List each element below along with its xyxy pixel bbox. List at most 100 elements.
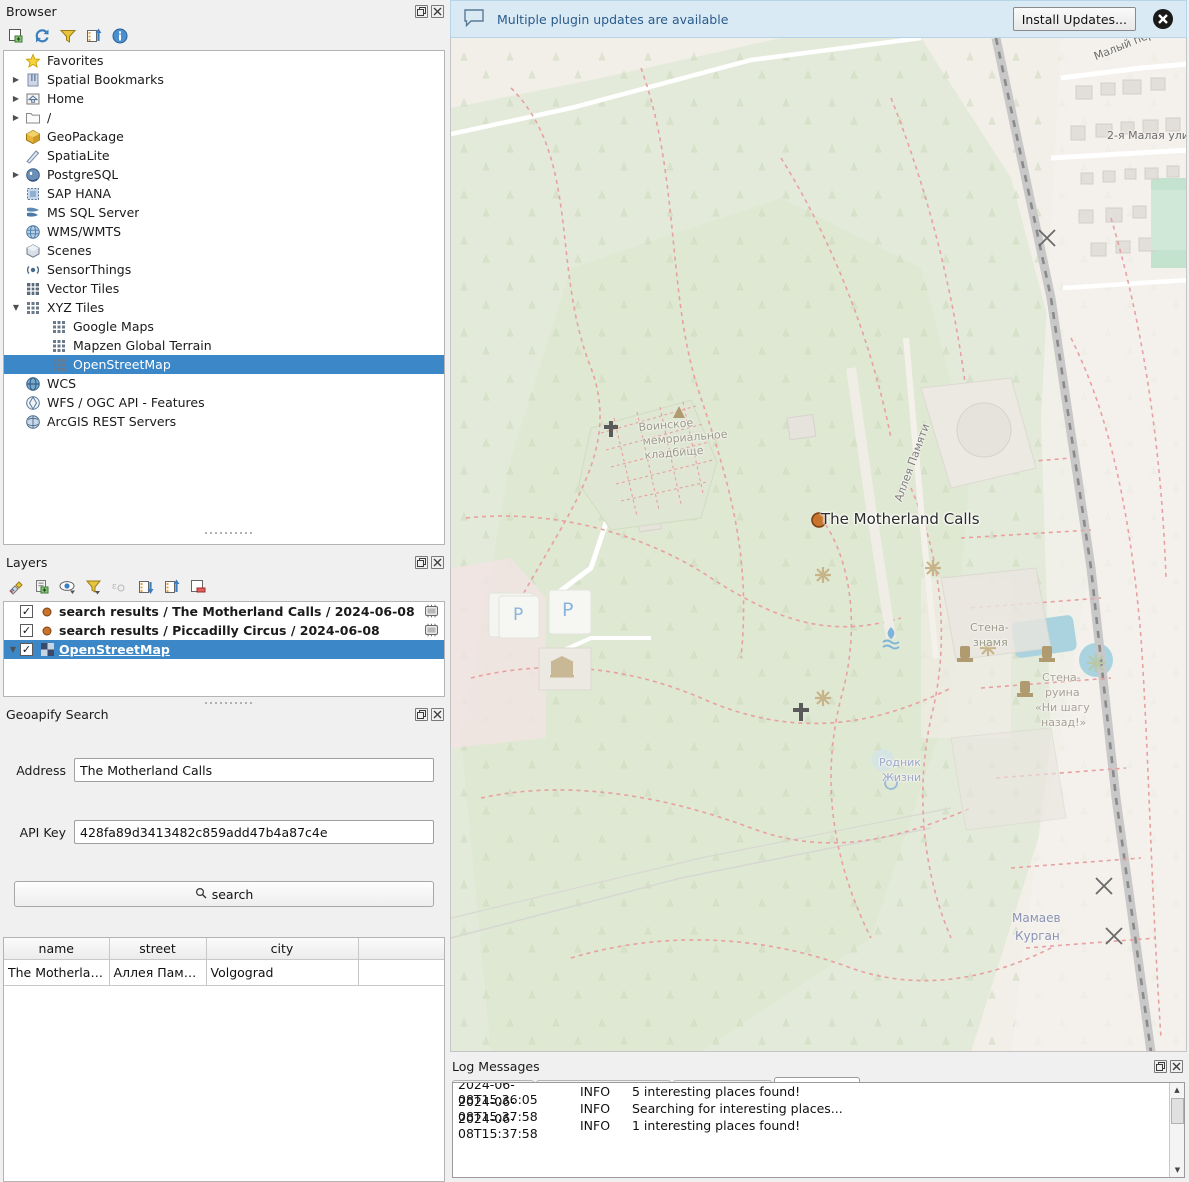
browser-item-scenes[interactable]: Scenes	[4, 241, 444, 260]
apikey-input[interactable]	[74, 820, 434, 844]
results-table[interactable]: namestreetcityThe Motherlan...Аллея Памя…	[3, 937, 445, 1182]
collapse-all-icon[interactable]	[82, 24, 106, 48]
browser-item-sensorthings[interactable]: SensorThings	[4, 260, 444, 279]
info-icon[interactable]	[108, 24, 132, 48]
vector-tiles-icon	[24, 281, 42, 297]
scroll-down-arrow[interactable]: ▼	[1170, 1163, 1185, 1177]
expand-all-icon[interactable]	[134, 575, 158, 599]
browser-item-label: OpenStreetMap	[73, 357, 171, 372]
browser-item-wms-wmts[interactable]: WMS/WMTS	[4, 222, 444, 241]
layer-visibility-checkbox[interactable]: ✓	[20, 624, 33, 637]
results-row[interactable]: The Motherlan...Аллея ПамятиVolgograd	[4, 959, 444, 985]
bookmark-icon	[24, 72, 42, 88]
browser-item-label: Home	[47, 91, 84, 106]
browser-item-home[interactable]: ▶ Home	[4, 89, 444, 108]
layer-visibility-checkbox[interactable]: ✓	[20, 605, 33, 618]
layers-panel-title: Layers	[6, 555, 415, 570]
log-scrollbar[interactable]: ▲ ▼	[1169, 1083, 1184, 1177]
browser-item-arcgis-rest-servers[interactable]: ArcGIS REST Servers	[4, 412, 444, 431]
browser-tree[interactable]: Favorites ▶ Spatial Bookmarks ▶ Home ▶/ GeoPac…	[3, 50, 445, 545]
arcgis-icon	[24, 414, 42, 430]
layers-panel-header: Layers	[0, 551, 448, 573]
twisty-icon[interactable]: ▶	[8, 95, 24, 103]
browser-item-geopackage[interactable]: GeoPackage	[4, 127, 444, 146]
log-float-button[interactable]	[1154, 1060, 1167, 1073]
browser-item-label: SAP HANA	[47, 186, 111, 201]
results-column-header[interactable]: name	[4, 938, 109, 959]
layers-float-button[interactable]	[415, 556, 428, 569]
layer-row[interactable]: ▼✓OpenStreetMap	[4, 640, 444, 659]
collapse-all-icon-layers[interactable]	[160, 575, 184, 599]
map-canvas[interactable]: P P	[450, 38, 1187, 1052]
layers-tree[interactable]: ✓search results / The Motherland Calls /…	[3, 601, 445, 697]
twisty-icon[interactable]: ▶	[8, 114, 24, 122]
results-cell[interactable]: Volgograd	[206, 959, 358, 985]
browser-item-wfs-ogc-api-features[interactable]: WFS / OGC API - Features	[4, 393, 444, 412]
search-button-label: search	[212, 887, 254, 902]
browser-item-mapzen-global-terrain[interactable]: Mapzen Global Terrain	[4, 336, 444, 355]
scrollbar-thumb[interactable]	[1171, 1098, 1184, 1124]
browser-item-spatialite[interactable]: SpatiaLite	[4, 146, 444, 165]
browser-item-label: Vector Tiles	[47, 281, 119, 296]
results-column-header[interactable]: street	[109, 938, 206, 959]
twisty-icon[interactable]: ▶	[8, 171, 24, 179]
add-layer-icon[interactable]	[4, 24, 28, 48]
search-button[interactable]: search	[14, 881, 434, 907]
browser-item-spatial-bookmarks[interactable]: ▶ Spatial Bookmarks	[4, 70, 444, 89]
browser-item-openstreetmap[interactable]: OpenStreetMap	[4, 355, 444, 374]
filter-icon[interactable]	[56, 24, 80, 48]
log-body[interactable]: 2024-06-08T15:36:05INFO5 interesting pla…	[452, 1082, 1185, 1178]
log-panel-header: Log Messages	[448, 1055, 1189, 1077]
twisty-icon[interactable]: ▶	[8, 76, 24, 84]
results-cell[interactable]: Аллея Памяти	[109, 959, 206, 985]
log-timestamp: 2024-06-08T15:37:58	[458, 1111, 580, 1141]
geoapify-float-button[interactable]	[415, 708, 428, 721]
browser-item-sap-hana[interactable]: SAP HANA	[4, 184, 444, 203]
memory-layer-icon	[423, 623, 440, 637]
install-updates-button[interactable]: Install Updates...	[1013, 7, 1136, 31]
add-group-icon[interactable]	[30, 575, 54, 599]
folder-icon	[24, 110, 42, 126]
browser-item-wcs[interactable]: WCS	[4, 374, 444, 393]
layer-row[interactable]: ✓search results / The Motherland Calls /…	[4, 602, 444, 621]
layers-close-button[interactable]	[431, 556, 444, 569]
manage-visibility-icon[interactable]	[56, 575, 80, 599]
scroll-up-arrow[interactable]: ▲	[1170, 1083, 1184, 1097]
results-cell[interactable]	[358, 959, 444, 985]
browser-layers-splitter[interactable]	[205, 532, 252, 534]
filter-legend-icon[interactable]	[82, 575, 106, 599]
browser-float-button[interactable]	[415, 5, 428, 18]
twisty-icon[interactable]: ▼	[8, 304, 24, 312]
raster-symbol	[39, 643, 55, 656]
browser-item-ms-sql-server[interactable]: MS SQL Server	[4, 203, 444, 222]
filter-legend-expression-icon[interactable]: ε	[108, 575, 132, 599]
browser-item-google-maps[interactable]: Google Maps	[4, 317, 444, 336]
notification-message: Multiple plugin updates are available	[497, 12, 1013, 27]
browser-close-button[interactable]	[431, 5, 444, 18]
layers-toolbar: ε	[0, 573, 448, 601]
remove-layer-icon[interactable]	[186, 575, 210, 599]
browser-item-postgresql[interactable]: ▶PostgreSQL	[4, 165, 444, 184]
browser-item-xyz-tiles[interactable]: ▼XYZ Tiles	[4, 298, 444, 317]
results-column-header[interactable]: city	[206, 938, 358, 959]
close-icon[interactable]	[1150, 6, 1176, 32]
layers-geoapify-splitter[interactable]	[205, 702, 252, 704]
log-close-button[interactable]	[1170, 1060, 1183, 1073]
browser-item-label: GeoPackage	[47, 129, 124, 144]
refresh-icon[interactable]	[30, 24, 54, 48]
layer-name: search results / Piccadilly Circus / 202…	[59, 623, 380, 638]
open-layer-styling-icon[interactable]	[4, 575, 28, 599]
browser-item-label: Spatial Bookmarks	[47, 72, 164, 87]
svg-text:P: P	[562, 599, 573, 621]
layer-row[interactable]: ✓ search results / Piccadilly Circus / 20…	[4, 621, 444, 640]
browser-item-vector-tiles[interactable]: Vector Tiles	[4, 279, 444, 298]
results-cell[interactable]: The Motherlan...	[4, 959, 109, 985]
mssql-icon	[24, 205, 42, 221]
results-column-header[interactable]	[358, 938, 444, 959]
geoapify-close-button[interactable]	[431, 708, 444, 721]
browser-item-favorites[interactable]: Favorites	[4, 51, 444, 70]
layer-visibility-checkbox[interactable]: ✓	[20, 643, 33, 656]
browser-item-[interactable]: ▶/	[4, 108, 444, 127]
layer-twisty-icon[interactable]: ▼	[6, 645, 20, 654]
address-input[interactable]	[74, 758, 434, 782]
